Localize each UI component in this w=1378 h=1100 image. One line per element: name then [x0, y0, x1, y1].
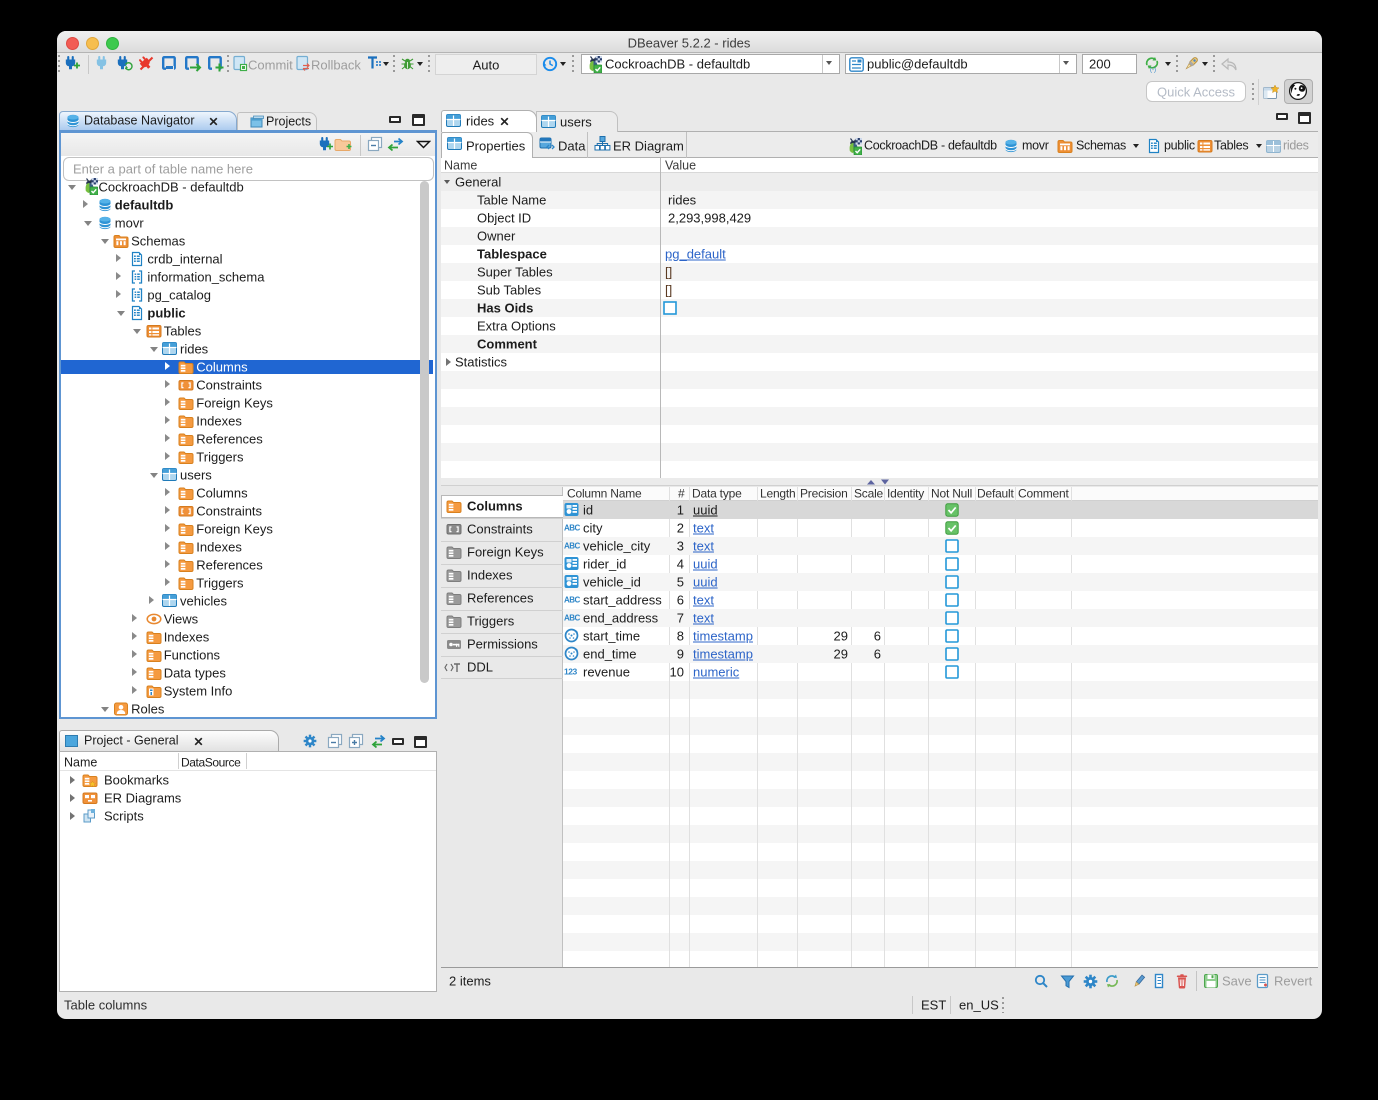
- svg-text:(-): (-): [1150, 68, 1156, 74]
